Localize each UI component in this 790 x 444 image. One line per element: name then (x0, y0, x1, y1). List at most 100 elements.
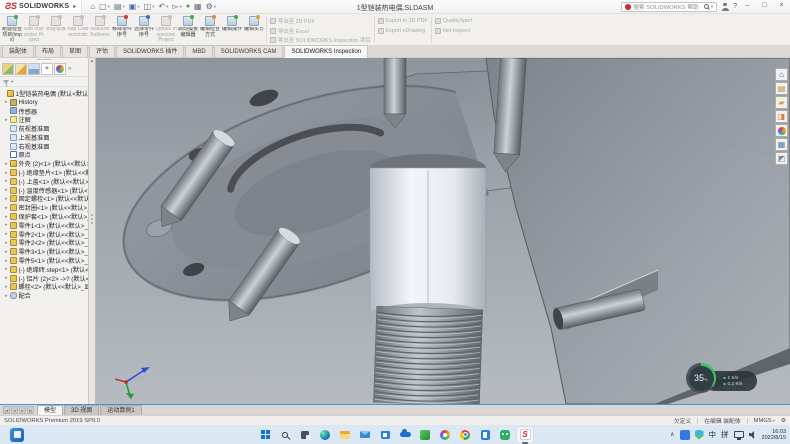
manager-tab-featuremanager[interactable] (2, 63, 14, 75)
graphics-viewport[interactable]: ⌂ ▤ ▰ ◨ ▦ (96, 58, 790, 404)
tree-item[interactable]: 固定螺栓<1> (默认<<默认>_显示 (2, 195, 88, 204)
tree-item[interactable]: History (2, 98, 88, 107)
ribbon-tab[interactable]: 草图 (62, 45, 88, 57)
taskpane-design-library[interactable]: ▤ (775, 82, 788, 95)
ime-language-indicator[interactable]: 中 (709, 431, 717, 439)
taskbar-icon-wechat[interactable] (497, 427, 513, 443)
ime-mode-indicator[interactable]: 拼 (721, 431, 729, 439)
taskpane-view-palette[interactable]: ◨ (775, 110, 788, 123)
filter-dropdown-arrow-icon[interactable]: ▾ (11, 79, 13, 85)
menu-flyout-arrow-icon[interactable]: ▸ (73, 3, 76, 10)
ribbon-tab[interactable]: 布局 (35, 45, 61, 57)
tree-item[interactable]: 螺栓<2> (默认<<默认>_显示状态 (2, 283, 88, 292)
tree-item[interactable]: (-) 绝缘砖.step<1> (默认<<默认> (2, 265, 88, 274)
close-button[interactable]: × (775, 1, 788, 12)
performance-badge[interactable]: 35 % (686, 363, 716, 393)
tray-app-icon[interactable] (680, 430, 690, 440)
splitter-collapse-icon[interactable]: ▴ (91, 58, 94, 64)
ribbon-button[interactable]: 编辑买方 (243, 15, 265, 45)
ribbon-button[interactable]: 新建模板 (45, 15, 67, 45)
taskbar-widget-icon[interactable] (10, 428, 24, 442)
taskpane-custom-properties[interactable]: ▦ (775, 138, 788, 151)
volume-icon[interactable] (749, 431, 757, 439)
ribbon-tab[interactable]: SOLIDWORKS CAM (214, 45, 284, 57)
manager-tabs-overflow-icon[interactable]: » (68, 66, 71, 72)
tree-item[interactable]: 上视基准面 (2, 133, 88, 142)
tree-item[interactable]: 零件1<1> (默认<<默认>_显示状态 (2, 221, 88, 230)
taskbar-icon-start[interactable] (257, 427, 273, 443)
tree-item[interactable]: 零件3<1> (默认<<默认>_显示状 (2, 247, 88, 256)
taskpane-file-explorer[interactable]: ▰ (775, 96, 788, 109)
taskpane-forum[interactable]: ◩ (775, 152, 788, 165)
tree-item[interactable]: 注解 (2, 115, 88, 124)
model-threaded-shaft[interactable] (373, 306, 482, 404)
taskbar-icon-mail[interactable] (357, 427, 373, 443)
qa-file-properties-icon[interactable]: ▦ (194, 2, 202, 12)
taskbar-icon-chrome[interactable] (457, 427, 473, 443)
ribbon-tab[interactable]: SOLIDWORKS Inspection (284, 45, 368, 57)
tree-item[interactable]: 原点 (2, 151, 88, 160)
tree-item[interactable]: (-) 铝片 (2)<2> ->? (默认<<默认 (2, 274, 88, 283)
model-bright-cylinder[interactable] (370, 154, 486, 325)
tree-item[interactable]: (-) 上盖<1> (默认<<默认>_显示状 (2, 177, 88, 186)
tab-scroll-left-icon[interactable]: ◂ (11, 406, 18, 414)
login-user-icon[interactable] (721, 3, 729, 11)
tray-security-icon[interactable] (695, 430, 704, 440)
ribbon-button[interactable]: Add Characteristic (67, 15, 89, 45)
tree-root-assembly[interactable]: 1型铠装热电偶 (默认<默认_显示状态-1 (2, 89, 88, 98)
ribbon-button[interactable]: 移除零件序号 (111, 15, 133, 45)
ribbon-tab[interactable]: SOLIDWORKS 插件 (116, 45, 184, 57)
qa-new-icon[interactable]: ▢ (99, 2, 110, 12)
manager-tab-propertymanager[interactable] (15, 63, 27, 75)
export-menu-item[interactable]: 导出至 SOLIDWORKS Inspection 项目 (270, 36, 371, 44)
export-menu-item[interactable]: 导出至 Excel (270, 27, 371, 35)
help-button[interactable]: ? (733, 3, 737, 10)
tree-item[interactable]: (-) 温度传感器<1> (默认<<默认>_ (2, 186, 88, 195)
3d-model-canvas[interactable] (96, 58, 790, 404)
search-icon[interactable] (704, 4, 709, 9)
ribbon-button[interactable]: 启动模板编辑器 (177, 15, 199, 45)
tree-item[interactable]: 零件2<2> (默认<<默认>_显示状 (2, 239, 88, 248)
units-selector[interactable]: MMGS (754, 418, 775, 424)
taskbar-icon-edge[interactable] (317, 427, 333, 443)
taskpane-appearances[interactable] (775, 124, 788, 137)
status-options-icon[interactable]: ⚙ (781, 417, 786, 425)
ribbon-button[interactable]: 选择零件序号 (133, 15, 155, 45)
tree-item[interactable]: 密封圈<1> (默认<<默认>_显示状 (2, 203, 88, 212)
tab-scroll-last-icon[interactable]: ▸| (27, 406, 34, 414)
search-dropdown-arrow-icon[interactable]: ▾ (711, 4, 713, 10)
tree-item[interactable]: 零件5<1> (默认<<默认>_显示状态 (2, 256, 88, 265)
qa-select-icon[interactable]: ▻ (172, 2, 181, 12)
qa-save-icon[interactable]: ▣ (129, 2, 140, 12)
taskbar-icon-onedrive[interactable] (397, 427, 413, 443)
restore-button[interactable]: □ (758, 1, 771, 12)
taskbar-icon-photos[interactable] (437, 427, 453, 443)
panel-splitter[interactable]: ▴ (88, 58, 96, 404)
qa-options-icon[interactable]: ⚙ (206, 2, 216, 12)
tree-item[interactable]: 配合 (2, 291, 88, 300)
ribbon-button[interactable]: Add/Edit Balloons (89, 15, 111, 45)
view-tab[interactable]: 3D 视图 (64, 405, 99, 415)
tree-item[interactable]: 右视基准面 (2, 142, 88, 151)
tray-chevron-icon[interactable]: ∧ (670, 431, 674, 438)
tab-scroll-first-icon[interactable]: |◂ (3, 406, 10, 414)
ribbon-tab[interactable]: MBD (185, 45, 212, 57)
tree-item[interactable]: 传感器 (2, 107, 88, 116)
ribbon-button[interactable]: 新建检查项目(impx) (1, 15, 23, 45)
model-housing-slab[interactable] (486, 58, 790, 404)
network-icon[interactable] (734, 431, 744, 438)
qa-undo-icon[interactable]: ↶ (158, 2, 168, 12)
tree-item[interactable]: 前视基准面 (2, 124, 88, 133)
taskbar-icon-search[interactable] (277, 427, 293, 443)
view-tab[interactable]: 模型 (37, 405, 63, 415)
taskbar-icon-explorer[interactable] (337, 427, 353, 443)
taskpane-resources[interactable]: ⌂ (775, 68, 788, 81)
taskbar-icon-solidworks[interactable] (517, 427, 533, 443)
taskbar-icon-store[interactable] (377, 427, 393, 443)
export-menu-item[interactable]: Export eDrawing (378, 27, 428, 35)
qa-open-icon[interactable]: ▤ (114, 2, 125, 12)
qa-print-icon[interactable]: ◫ (144, 2, 155, 12)
tree-item[interactable]: 外壳 (2)<1> (默认<<默认>_显示状 (2, 159, 88, 168)
manager-tab-displaymanager[interactable] (54, 63, 66, 75)
quality-menu-item[interactable]: Net-Inspect (435, 27, 473, 35)
